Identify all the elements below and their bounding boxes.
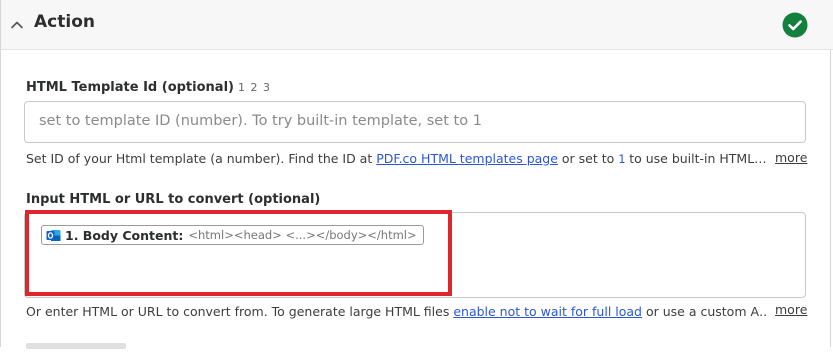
- truncated-label-stub: [26, 343, 126, 349]
- section-title: Action: [34, 12, 95, 32]
- template-id-hint: 1 2 3: [237, 81, 271, 94]
- template-id-placeholder: set to template ID (number). To try buil…: [39, 113, 482, 129]
- html-input-field[interactable]: 1. Body Content: <html><head> <...></bod…: [24, 212, 806, 298]
- templates-page-link[interactable]: PDF.co HTML templates page: [376, 151, 558, 166]
- body-content-value: <html><head> <...></body></html>: [188, 228, 417, 242]
- html-help-suffix: or use a custom A…: [642, 304, 766, 319]
- template-id-help: Set ID of your Html template (a number).…: [26, 151, 766, 166]
- body-content-token[interactable]: 1. Body Content: <html><head> <...></bod…: [41, 225, 424, 245]
- html-help-prefix: Or enter HTML or URL to convert from. To…: [26, 304, 454, 319]
- template-id-label-text: HTML Template Id (optional): [26, 80, 234, 95]
- template-help-middle: or set to: [557, 151, 619, 166]
- chevron-up-icon[interactable]: [9, 17, 25, 33]
- template-help-prefix: Set ID of your Html template (a number).…: [26, 151, 377, 166]
- html-input-help: Or enter HTML or URL to convert from. To…: [26, 304, 766, 319]
- action-panel: Action HTML Template Id (optional) 1 2 3 …: [0, 0, 833, 349]
- next-field-label: [26, 338, 126, 353]
- check-circle-icon: [782, 12, 808, 38]
- template-id-label: HTML Template Id (optional) 1 2 3: [26, 80, 271, 95]
- section-header[interactable]: Action: [1, 0, 833, 50]
- full-load-link[interactable]: enable not to wait for full load: [453, 304, 642, 319]
- body-content-label: 1. Body Content:: [65, 227, 184, 243]
- html-more-link[interactable]: more: [775, 302, 807, 317]
- html-input-label: Input HTML or URL to convert (optional): [26, 192, 321, 207]
- template-more-link[interactable]: more: [775, 150, 807, 165]
- outlook-icon: [46, 228, 61, 243]
- template-id-input[interactable]: set to template ID (number). To try buil…: [24, 101, 806, 143]
- template-help-suffix: to use built-in HTML…: [625, 151, 766, 166]
